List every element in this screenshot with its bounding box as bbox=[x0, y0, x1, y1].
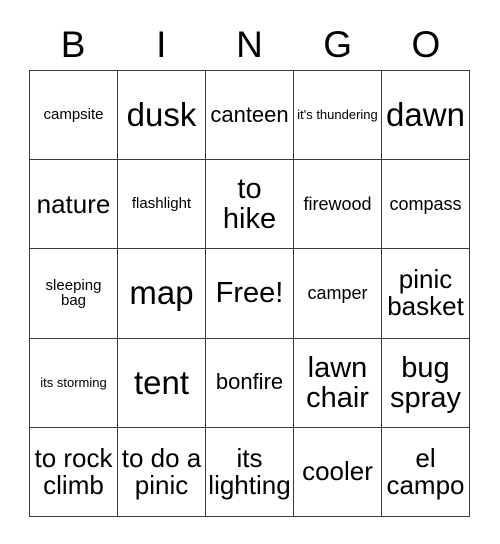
bingo-header-letter-i: I bbox=[156, 23, 167, 65]
bingo-cell-label: its storming bbox=[40, 374, 107, 390]
bingo-cell[interactable]: its lighting bbox=[206, 427, 294, 517]
bingo-cell[interactable]: to hike bbox=[206, 160, 294, 250]
bingo-cell[interactable]: canteen bbox=[206, 71, 294, 161]
bingo-cell-label: bug spray bbox=[390, 351, 461, 414]
bingo-cell-label: its lighting bbox=[208, 442, 291, 500]
bingo-header-letter-o: O bbox=[411, 23, 441, 65]
bingo-cell[interactable]: flashlight bbox=[118, 160, 206, 250]
bingo-cell-label: dusk bbox=[126, 95, 197, 133]
bingo-header-letter-n: N bbox=[236, 23, 263, 65]
bingo-cell[interactable]: dusk bbox=[118, 71, 206, 161]
bingo-cell-label: firewood bbox=[303, 193, 372, 214]
bingo-cell-label: campsite bbox=[43, 106, 104, 124]
bingo-cell-label: tent bbox=[133, 363, 190, 401]
bingo-cell[interactable]: tent bbox=[118, 338, 206, 428]
bingo-cell[interactable]: sleeping bag bbox=[30, 249, 118, 339]
bingo-cell-label: to do a pinic bbox=[121, 442, 202, 500]
bingo-header-letter-b: B bbox=[60, 23, 86, 65]
bingo-cell[interactable]: map bbox=[118, 249, 206, 339]
bingo-cell[interactable]: to do a pinic bbox=[118, 427, 206, 517]
bingo-cell-label: nature bbox=[36, 188, 111, 219]
bingo-cell-label: camper bbox=[307, 283, 368, 304]
bingo-grid: campsite dusk canteen it's thundering dawn na… bbox=[29, 70, 470, 517]
bingo-cell[interactable]: its storming bbox=[30, 338, 118, 428]
bingo-cell-label: it's thundering bbox=[297, 107, 378, 123]
bingo-cell-label: pinic basket bbox=[387, 264, 464, 322]
bingo-cell[interactable]: firewood bbox=[294, 160, 382, 250]
bingo-cell-label: sleeping bag bbox=[45, 276, 102, 310]
bingo-card: B I N G O campsite dusk canteen it's thunde… bbox=[0, 0, 500, 544]
bingo-cell-label: flashlight bbox=[131, 195, 192, 213]
bingo-cell[interactable]: el campo bbox=[382, 427, 470, 517]
bingo-cell-label: to hike bbox=[222, 173, 277, 236]
bingo-cell[interactable]: nature bbox=[30, 160, 118, 250]
bingo-cell[interactable]: bug spray bbox=[382, 338, 470, 428]
bingo-free-space-cell[interactable]: Free! bbox=[206, 249, 294, 339]
bingo-cell[interactable]: bonfire bbox=[206, 338, 294, 428]
bingo-cell-label: to rock climb bbox=[34, 442, 113, 500]
bingo-cell-label: compass bbox=[389, 193, 462, 214]
bingo-cell[interactable]: campsite bbox=[30, 71, 118, 161]
bingo-cell[interactable]: lawn chair bbox=[294, 338, 382, 428]
bingo-cell-label: bonfire bbox=[215, 369, 284, 395]
bingo-header-row: B I N G O bbox=[29, 18, 470, 70]
bingo-header-letter-g: G bbox=[323, 23, 353, 65]
bingo-cell[interactable]: dawn bbox=[382, 71, 470, 161]
bingo-cell[interactable]: it's thundering bbox=[294, 71, 382, 161]
bingo-cell[interactable]: camper bbox=[294, 249, 382, 339]
bingo-cell-label: dawn bbox=[386, 95, 465, 133]
bingo-cell-label: canteen bbox=[210, 101, 289, 127]
bingo-cell[interactable]: compass bbox=[382, 160, 470, 250]
bingo-cell[interactable]: cooler bbox=[294, 427, 382, 517]
bingo-cell-label: cooler bbox=[302, 456, 373, 487]
bingo-cell-label: el campo bbox=[386, 442, 465, 500]
bingo-cell[interactable]: pinic basket bbox=[382, 249, 470, 339]
bingo-cell-label: Free! bbox=[215, 277, 284, 310]
bingo-cell[interactable]: to rock climb bbox=[30, 427, 118, 517]
bingo-cell-label: map bbox=[129, 274, 194, 312]
bingo-cell-label: lawn chair bbox=[306, 351, 369, 414]
